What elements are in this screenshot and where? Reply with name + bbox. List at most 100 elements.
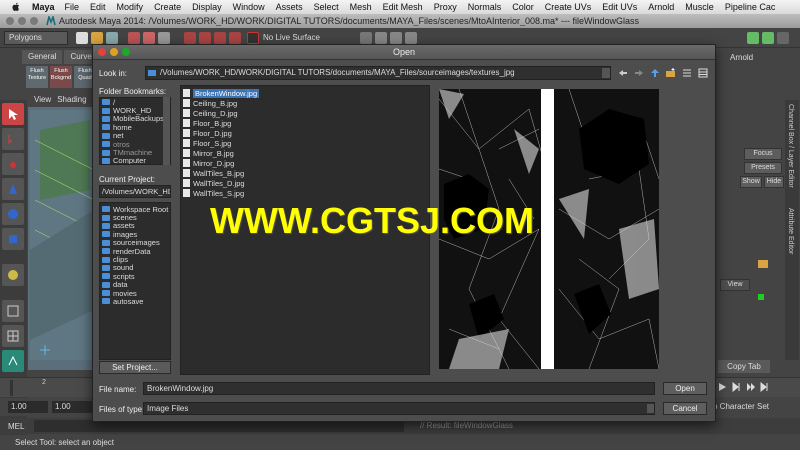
menu-item-proxy[interactable]: Proxy	[434, 2, 457, 12]
menu-item-edit[interactable]: Edit	[90, 2, 106, 12]
project-folder-item[interactable]: clips	[100, 255, 170, 264]
viewport-menu-view[interactable]: View	[34, 95, 51, 107]
make-live-icon[interactable]	[247, 31, 259, 44]
new-folder-icon[interactable]	[665, 67, 676, 78]
hide-button[interactable]: Hide	[764, 176, 784, 188]
tab-attribute-editor[interactable]: Attribute Editor	[787, 208, 794, 254]
chevron-down-icon[interactable]	[602, 68, 610, 78]
file-list-item[interactable]: Mirror_D.jpg	[181, 158, 429, 168]
viewport-menu-shading[interactable]: Shading	[57, 95, 86, 107]
flush-texture-button[interactable]: Flush Texture	[26, 66, 48, 88]
render-icon[interactable]	[374, 31, 387, 44]
look-in-combobox[interactable]: /Volumes/WORK_HD/WORK/DIGITAL TUTORS/doc…	[145, 66, 611, 80]
menu-item-mesh[interactable]: Mesh	[350, 2, 372, 12]
menu-item-normals[interactable]: Normals	[468, 2, 502, 12]
menu-item-create-uvs[interactable]: Create UVs	[545, 2, 592, 12]
select-object-icon[interactable]	[143, 31, 155, 44]
show-button[interactable]: Show	[740, 176, 762, 188]
menu-item-create[interactable]: Create	[154, 2, 181, 12]
project-folder-item[interactable]: autosave	[100, 297, 170, 306]
next-key-icon[interactable]	[746, 382, 755, 392]
copy-tab-button[interactable]: Copy Tab	[718, 360, 770, 373]
file-list-item[interactable]: Floor_B.jpg	[181, 118, 429, 128]
character-set-label[interactable]: o Character Set	[713, 402, 769, 411]
snap-grid-icon[interactable]	[184, 31, 196, 44]
file-list-item[interactable]: WallTiles_B.jpg	[181, 168, 429, 178]
hypershade-layout-icon[interactable]	[2, 350, 24, 372]
close-window-icon[interactable]	[6, 17, 14, 25]
files-of-type-select[interactable]: Image Files	[143, 402, 655, 415]
bookmark-item[interactable]: Computer	[100, 156, 170, 164]
bookmark-item[interactable]: home	[100, 123, 170, 132]
tab-channel-box[interactable]: Channel Box / Layer Editor	[787, 104, 794, 188]
menu-item-select[interactable]: Select	[314, 2, 339, 12]
go-to-end-icon[interactable]	[760, 382, 769, 392]
file-list-item[interactable]: WallTiles_D.jpg	[181, 178, 429, 188]
open-button[interactable]: Open	[663, 382, 707, 395]
step-forward-icon[interactable]	[732, 382, 741, 392]
universal-manipulator-icon[interactable]	[2, 264, 24, 286]
attribute-editor-icon[interactable]	[776, 31, 789, 44]
file-list-item[interactable]: Floor_S.jpg	[181, 138, 429, 148]
move-tool-icon[interactable]	[2, 178, 24, 200]
project-folder-item[interactable]: scripts	[100, 272, 170, 281]
bookmark-item[interactable]: net	[100, 131, 170, 140]
snap-plane-icon[interactable]	[229, 31, 241, 44]
mel-label[interactable]: MEL	[8, 422, 24, 431]
save-scene-icon[interactable]	[106, 31, 118, 44]
hypershade-icon[interactable]	[746, 31, 759, 44]
snap-point-icon[interactable]	[214, 31, 226, 44]
file-name-input[interactable]: BrokenWindow.jpg	[143, 382, 655, 395]
open-scene-icon[interactable]	[91, 31, 103, 44]
select-tool-icon[interactable]	[2, 103, 24, 125]
detail-view-icon[interactable]	[697, 67, 708, 78]
file-list-item[interactable]: Mirror_B.jpg	[181, 148, 429, 158]
render-settings-icon[interactable]	[404, 31, 417, 44]
menu-item-display[interactable]: Display	[192, 2, 222, 12]
new-scene-icon[interactable]	[76, 31, 88, 44]
bookmark-item[interactable]: MobileBackups	[100, 114, 170, 123]
shelf-tab-general[interactable]: General	[22, 50, 63, 64]
snap-curve-icon[interactable]	[199, 31, 211, 44]
apple-icon[interactable]	[10, 2, 22, 12]
cancel-button[interactable]: Cancel	[663, 402, 707, 415]
back-arrow-icon[interactable]	[617, 67, 628, 78]
forward-arrow-icon[interactable]	[633, 67, 644, 78]
history-icon[interactable]	[359, 31, 372, 44]
ipr-render-icon[interactable]	[389, 31, 402, 44]
menu-item-color[interactable]: Color	[512, 2, 534, 12]
project-folder-item[interactable]: renderData	[100, 247, 170, 256]
menu-item-pipeline-cac[interactable]: Pipeline Cac	[725, 2, 776, 12]
file-list-item[interactable]: BrokenWindow.jpg	[181, 88, 429, 98]
current-start-field[interactable]: 1.00	[52, 401, 92, 413]
file-list-item[interactable]: Floor_D.jpg	[181, 128, 429, 138]
zoom-window-icon[interactable]	[30, 17, 38, 25]
play-forward-icon[interactable]	[718, 382, 727, 392]
folder-icon[interactable]	[758, 260, 768, 268]
project-folder-item[interactable]: sound	[100, 263, 170, 272]
current-project-combobox[interactable]: /Volumes/WORK_HD/WO	[99, 185, 171, 198]
menu-item-edit-uvs[interactable]: Edit UVs	[602, 2, 637, 12]
scale-tool-icon[interactable]	[2, 228, 24, 250]
menu-item-muscle[interactable]: Muscle	[685, 2, 714, 12]
view-button[interactable]: View	[720, 279, 750, 291]
rotate-tool-icon[interactable]	[2, 203, 24, 225]
layout-single-icon[interactable]	[2, 300, 24, 322]
parent-folder-icon[interactable]	[649, 67, 660, 78]
layout-four-icon[interactable]	[2, 325, 24, 347]
menu-item-edit-mesh[interactable]: Edit Mesh	[383, 2, 423, 12]
menu-item-modify[interactable]: Modify	[117, 2, 144, 12]
renderer-label[interactable]: Arnold	[730, 53, 753, 62]
start-frame-field[interactable]: 1.00	[8, 401, 48, 413]
list-view-icon[interactable]	[681, 67, 692, 78]
menu-item-file[interactable]: File	[65, 2, 80, 12]
minimize-window-icon[interactable]	[18, 17, 26, 25]
menu-item-window[interactable]: Window	[233, 2, 265, 12]
project-folder-item[interactable]: scenes	[100, 213, 170, 222]
flush-background-button[interactable]: Flush Bckgrnd	[50, 66, 72, 88]
focus-button[interactable]: Focus	[744, 148, 782, 160]
menu-item-assets[interactable]: Assets	[276, 2, 303, 12]
menu-set-dropdown[interactable]: Polygons	[4, 30, 68, 45]
presets-button[interactable]: Presets	[744, 162, 782, 174]
menu-app-name[interactable]: Maya	[32, 2, 55, 12]
